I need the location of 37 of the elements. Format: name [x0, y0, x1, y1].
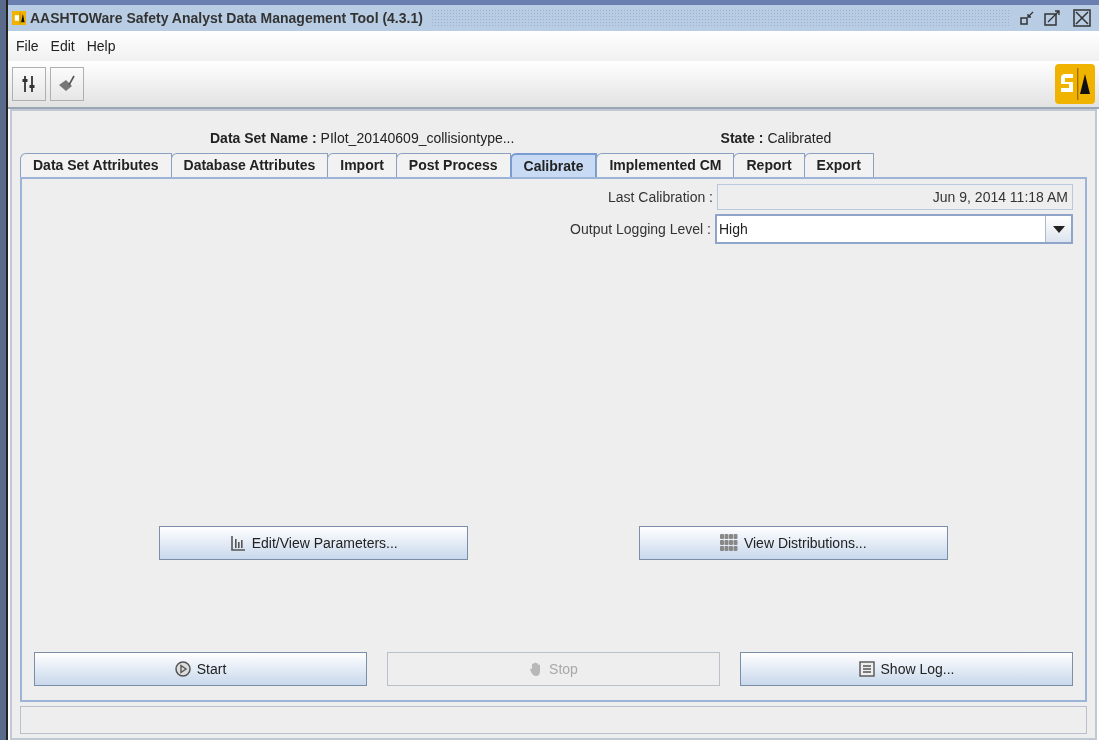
tab[interactable]: Database Attributes: [170, 153, 329, 177]
close-icon[interactable]: [1073, 9, 1091, 27]
menu-item[interactable]: Help: [86, 35, 116, 57]
state-label: State :: [720, 129, 764, 148]
logging-level-dropdown[interactable]: High: [715, 214, 1073, 244]
minimize-icon[interactable]: [1019, 10, 1035, 26]
menu-item[interactable]: File: [16, 35, 39, 57]
tab[interactable]: Post Process: [395, 153, 511, 177]
menu-item[interactable]: Edit: [50, 35, 75, 57]
play-icon: [174, 661, 191, 677]
action-button[interactable]: View Distributions...: [638, 526, 948, 560]
tab[interactable]: Report: [733, 153, 805, 177]
dropdown-caret-icon: [1052, 225, 1065, 233]
last-calibration-label: Last Calibration :: [607, 187, 713, 207]
sliders-icon: [20, 75, 38, 93]
tab[interactable]: Implemented CM: [596, 153, 735, 177]
data-set-value: PIlot_20140609_collisiontype...: [320, 129, 516, 148]
tab[interactable]: Export: [803, 153, 874, 177]
document-icon: [858, 661, 875, 677]
data-set-label: Data Set Name :: [210, 129, 317, 148]
window-title: AASHTOWare Safety Analyst Data Management Tool (4.3.1): [30, 8, 423, 28]
eraser-button[interactable]: [50, 67, 84, 101]
logo-badge: [1055, 64, 1095, 104]
grid-icon: [719, 534, 738, 552]
eraser-icon: [57, 74, 77, 94]
action-button[interactable]: Show Log...: [740, 652, 1073, 686]
last-calibration-field: Jun 9, 2014 11:18 AM: [717, 184, 1073, 210]
tab[interactable]: Import: [327, 153, 397, 177]
tab[interactable]: Data Set Attributes: [20, 153, 172, 177]
sliders-button[interactable]: [12, 67, 46, 101]
action-button[interactable]: Start: [34, 652, 367, 686]
tab[interactable]: Calibrate: [509, 153, 598, 177]
logging-level-label: Output Logging Level :: [570, 219, 711, 239]
state-value: Calibrated: [767, 129, 832, 148]
action-button[interactable]: Edit/View Parameters...: [159, 526, 469, 560]
maximize-icon[interactable]: [1043, 9, 1061, 27]
bar-chart-icon: [229, 535, 246, 551]
